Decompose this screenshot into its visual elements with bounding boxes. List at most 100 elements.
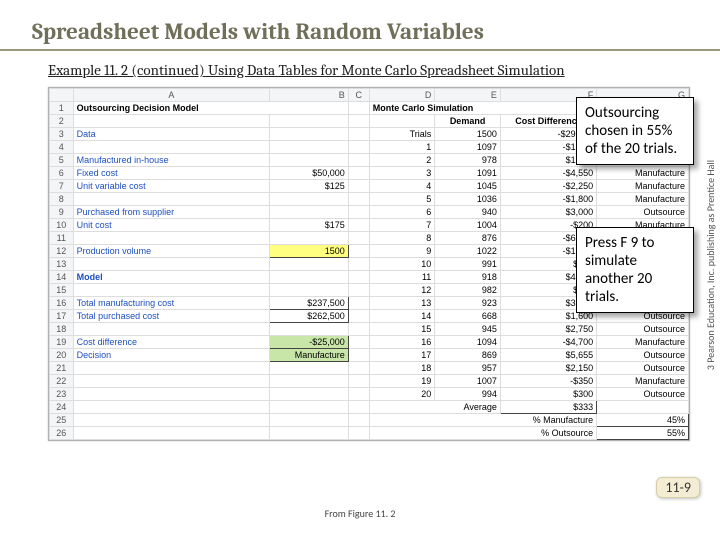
cell: $2,750 — [500, 323, 596, 336]
avg-value: $333 — [500, 401, 596, 414]
cell — [348, 388, 369, 401]
slide-title: Spreadsheet Models with Random Variables — [0, 0, 720, 51]
cell: 5 — [369, 193, 435, 206]
pct-out-value: 55% — [597, 427, 689, 440]
row-num: 4 — [50, 141, 74, 154]
cell: $125 — [270, 180, 349, 193]
row-num: 13 — [50, 258, 74, 271]
table-row: 1815945$2,750Outsource — [50, 323, 689, 336]
cell: 16 — [369, 336, 435, 349]
row-num: 1 — [50, 102, 74, 115]
copyright-text: 3 Pearson Education, Inc. publishing as … — [705, 160, 716, 370]
cell: -$25,000 — [270, 336, 349, 349]
cell: Model — [73, 271, 270, 284]
cell-title-left: Outsourcing Decision Model — [73, 102, 348, 115]
table-row: 22 191007-$350Manufacture — [50, 375, 689, 388]
cell: 1022 — [435, 245, 501, 258]
pct-manu-label: % Manufacture — [369, 414, 596, 427]
cell — [270, 388, 349, 401]
cell: 994 — [435, 388, 501, 401]
cell: Trials — [369, 128, 435, 141]
cell — [73, 258, 270, 271]
callout-outsourcing: Outsourcing chosen in 55% of the 20 tria… — [576, 97, 694, 165]
table-row: 25 % Manufacture 45% — [50, 414, 689, 427]
page-badge: 11-9 — [656, 477, 700, 498]
cell — [270, 128, 349, 141]
cell — [348, 245, 369, 258]
corner-cell — [50, 89, 74, 102]
cell — [348, 232, 369, 245]
cell: 869 — [435, 349, 501, 362]
row-num: 15 — [50, 284, 74, 297]
cell: 668 — [435, 310, 501, 323]
content-area: A B C D E F G 1 Outsourcing Decision Mod… — [48, 87, 690, 447]
cell — [73, 284, 270, 297]
cell: 978 — [435, 154, 501, 167]
col-E: E — [435, 89, 501, 102]
cell: -$2,250 — [500, 180, 596, 193]
row-num: 25 — [50, 414, 74, 427]
cell — [270, 362, 349, 375]
cell — [348, 362, 369, 375]
cell: Unit variable cost — [73, 180, 270, 193]
cell — [348, 271, 369, 284]
cell — [270, 258, 349, 271]
cell: 1045 — [435, 180, 501, 193]
cell — [348, 193, 369, 206]
row-num: 8 — [50, 193, 74, 206]
cell: $5,655 — [500, 349, 596, 362]
row-num: 18 — [50, 323, 74, 336]
cell — [348, 310, 369, 323]
table-row: 6 Fixed cost$50,00031091-$4,550Manufactu… — [50, 167, 689, 180]
row-num: 5 — [50, 154, 74, 167]
cell — [270, 154, 349, 167]
table-row: 9 Purchased from supplier6940$3,000Outso… — [50, 206, 689, 219]
slide-subtitle: Example 11. 2 (continued) Using Data Tab… — [0, 57, 720, 85]
cell — [348, 141, 369, 154]
cell: 4 — [369, 180, 435, 193]
cell — [270, 141, 349, 154]
cell — [73, 362, 270, 375]
cell: Total purchased cost — [73, 310, 270, 323]
cell — [73, 375, 270, 388]
cell: Total manufacturing cost — [73, 297, 270, 310]
cell: $300 — [500, 388, 596, 401]
cell: 10 — [369, 258, 435, 271]
row-num: 11 — [50, 232, 74, 245]
cell: 923 — [435, 297, 501, 310]
row-num: 23 — [50, 388, 74, 401]
cell: Manufactured in-house — [73, 154, 270, 167]
cell: Manufacture — [597, 167, 689, 180]
row-num: 2 — [50, 115, 74, 128]
cell: Outsource — [597, 323, 689, 336]
table-row: 2118957$2,150Outsource — [50, 362, 689, 375]
cell: Manufacture — [597, 336, 689, 349]
cell: $237,500 — [270, 297, 349, 310]
row-num: 22 — [50, 375, 74, 388]
col-A: A — [73, 89, 270, 102]
cell: Manufacture — [597, 180, 689, 193]
table-row: 851036-$1,800Manufacture — [50, 193, 689, 206]
cell: 19 — [369, 375, 435, 388]
cell: -$350 — [500, 375, 596, 388]
pct-manu-value: 45% — [597, 414, 689, 427]
cell — [348, 167, 369, 180]
cell — [348, 349, 369, 362]
row-num: 21 — [50, 362, 74, 375]
cell: $3,000 — [500, 206, 596, 219]
cell: 918 — [435, 271, 501, 284]
hdr-demand: Demand — [435, 115, 501, 128]
cell: 876 — [435, 232, 501, 245]
cell: Fixed cost — [73, 167, 270, 180]
cell — [348, 323, 369, 336]
cell: 1036 — [435, 193, 501, 206]
cell — [348, 154, 369, 167]
cell: $262,500 — [270, 310, 349, 323]
cell: -$1,800 — [500, 193, 596, 206]
cell: -$4,550 — [500, 167, 596, 180]
cell: 18 — [369, 362, 435, 375]
cell: Manufacture — [597, 375, 689, 388]
cell — [348, 297, 369, 310]
cell: 14 — [369, 310, 435, 323]
cell: 1007 — [435, 375, 501, 388]
